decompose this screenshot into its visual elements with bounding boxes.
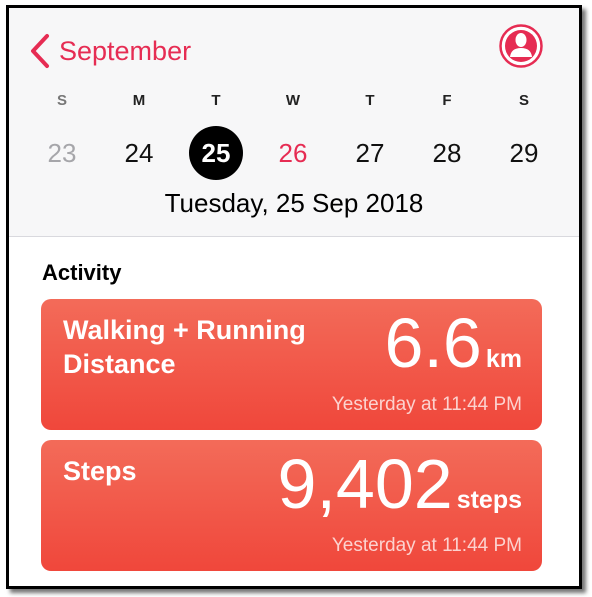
date-cell-selected[interactable]: 25 [189,126,243,180]
timestamp: Yesterday at 11:44 PM [331,535,522,556]
weekday-label: S [518,92,529,109]
metric-value: 6.6 km [385,303,522,383]
metric-unit: km [485,345,522,373]
calendar-header: September S M T W T F S 23 24 25 26 27 2… [9,8,579,237]
weekday-label: S [56,92,67,109]
chevron-left-icon [31,34,49,68]
card-title: Steps [63,454,137,488]
metric-unit: steps [456,486,522,514]
weekday-label: T [365,92,375,109]
back-button[interactable]: September [27,32,191,70]
steps-card[interactable]: Steps 9,402 steps Yesterday at 11:44 PM [41,440,542,571]
profile-icon[interactable] [499,24,543,68]
back-label: September [59,36,192,66]
weekday-label: M [132,92,146,109]
date-cell-today[interactable]: 26 [266,126,320,180]
date-cell[interactable]: 27 [343,126,397,180]
card-title: Walking + Running Distance [63,313,306,381]
app-window: September S M T W T F S 23 24 25 26 27 2… [6,5,582,589]
date-cell[interactable]: 29 [497,126,551,180]
date-cell[interactable]: 24 [112,126,166,180]
date-cell[interactable]: 28 [420,126,474,180]
metric-number: 9,402 [277,445,453,523]
card-title-line: Distance [63,349,176,379]
section-title: Activity [42,260,122,285]
distance-card[interactable]: Walking + Running Distance 6.6 km Yesterd… [41,299,542,430]
metric-number: 6.6 [384,304,482,382]
selected-date-label: Tuesday, 25 Sep 2018 [164,188,424,218]
metric-value: 9,402 steps [278,444,522,524]
card-title-line: Steps [63,456,137,486]
weekday-label: T [211,92,221,109]
weekday-label: W [285,92,301,109]
weekday-row: S M T W T F S [9,92,579,112]
weekday-label: F [442,92,452,109]
date-cell[interactable]: 23 [35,126,89,180]
card-title-line: Walking + Running [63,315,306,345]
date-strip: 23 24 25 26 27 28 29 [9,126,579,180]
timestamp: Yesterday at 11:44 PM [331,394,522,415]
